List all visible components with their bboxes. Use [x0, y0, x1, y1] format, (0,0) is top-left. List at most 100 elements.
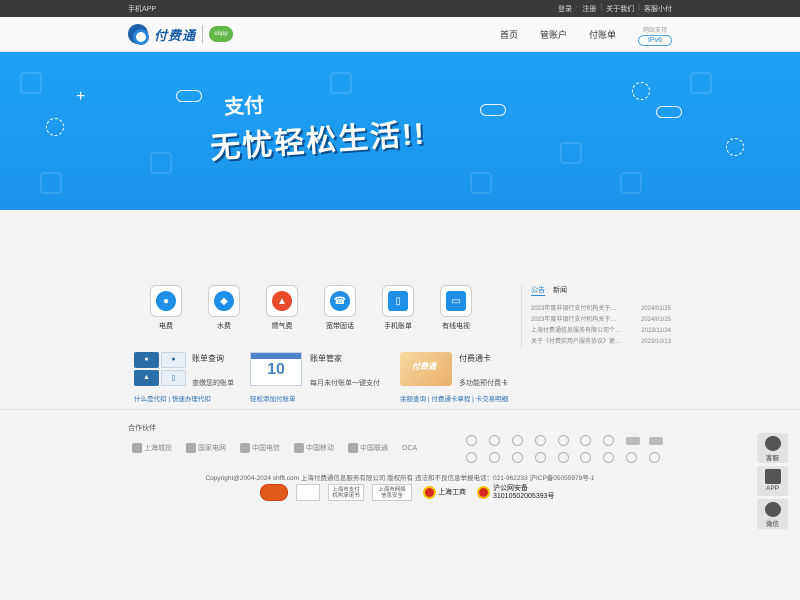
news-date: 2023/11/24 [641, 328, 671, 334]
partners-title: 合作伙伴 [128, 425, 156, 432]
bank-logo-icon[interactable] [603, 435, 615, 446]
news-date: 2023/10/13 [640, 339, 671, 345]
service-broadband[interactable]: ☎ 宽带固话 [324, 285, 356, 331]
bank-logo-icon[interactable] [511, 452, 523, 463]
service-gas[interactable]: ▲ 燃气费 [266, 285, 298, 331]
main-nav: 首页 管账户 付账单 [500, 28, 616, 41]
bank-logo-icon[interactable] [466, 435, 477, 446]
credit-badge-icon[interactable] [296, 484, 320, 501]
service-cable-tv[interactable]: ▭ 有线电视 [440, 285, 472, 331]
service-mobile[interactable]: ▯ 手机账单 [382, 285, 414, 331]
prepaid-card-image[interactable] [400, 352, 452, 386]
nav-pay-bills[interactable]: 付账单 [589, 28, 616, 41]
add-bill-link[interactable]: 轻松添加付账单 [250, 396, 296, 403]
bank-logo-icon[interactable] [534, 435, 546, 446]
partner-logo[interactable]: 中国电信 [240, 443, 280, 453]
bank-logo-icon[interactable] [557, 452, 569, 463]
partner-logo[interactable]: OCA [402, 445, 417, 452]
news-item[interactable]: 2023年度非银行支付机构关于… 2024/01/25 [531, 315, 671, 326]
card-title[interactable]: 账单管家 [310, 353, 342, 364]
news-item[interactable]: 上海付费通信息服务有限公司个… 2023/11/24 [531, 326, 671, 337]
certification-badges: 上海市支付机构承诺书 上海市网络信息安全 上海工商 沪公网安备 31010502… [260, 484, 555, 501]
payment-commitment-badge[interactable]: 上海市支付机构承诺书 [328, 484, 364, 501]
cloud-icon [176, 90, 202, 102]
news-title: 2023年度非银行支付机构关于… [531, 306, 617, 312]
ebpp-logo: ebpp [209, 26, 234, 42]
bank-logo-icon[interactable] [580, 452, 592, 463]
site-logo[interactable]: 付费通 ebpp [128, 24, 234, 45]
separator: | [472, 396, 474, 403]
side-label: 微信 [766, 521, 779, 528]
partner-logo[interactable]: 中国联通 [348, 443, 388, 453]
copyright: Copyright@2004-2024 shfft.com 上海付费通信息服务有… [205, 475, 595, 482]
bank-logo-icon[interactable] [511, 435, 523, 446]
bank-logo-icon[interactable] [488, 435, 500, 446]
bank-logo-icon[interactable] [626, 452, 638, 463]
card-links: 什么是代扣 | 快速办理代扣 [134, 393, 211, 403]
bank-logo-icon[interactable] [603, 452, 615, 463]
bank-logo-icon[interactable] [649, 452, 661, 463]
news-item[interactable]: 2023年度非银行支付机构关于… 2024/01/25 [531, 304, 671, 315]
login-link[interactable]: 登录 [558, 4, 572, 14]
news-date: 2024/01/25 [640, 317, 671, 323]
bank-logo-icon[interactable] [534, 452, 546, 463]
bank-logo-icon[interactable] [466, 452, 477, 463]
what-is-auto-debit-link[interactable]: 什么是代扣 [134, 396, 167, 403]
bank-logo-icon[interactable] [580, 435, 592, 446]
news-date: 2024/01/25 [640, 306, 671, 312]
feature-cards: ● ● ▲ ▯ 账单查询 查缴您的账单 什么是代扣 | 快速办理代扣 10 账单… [134, 352, 674, 404]
police-record[interactable]: 沪公网安备 31010502005393号 [477, 485, 555, 501]
tab-announcements[interactable]: 公告 [531, 285, 545, 296]
bill-services: ● 电费 ◆ 水费 ▲ 燃气费 ☎ 宽带固话 ▯ 手机账单 ▭ 有线电视 [150, 285, 472, 331]
separator: | [638, 4, 640, 11]
calendar-day: 10 [267, 361, 285, 378]
customer-service-icon [764, 436, 781, 451]
about-link[interactable]: 关于我们 [606, 4, 634, 14]
download-icon [764, 469, 781, 484]
side-app-download[interactable]: APP [757, 466, 788, 496]
service-label: 水费 [217, 323, 231, 330]
emblem-icon [423, 486, 436, 499]
partner-mark-icon [240, 443, 250, 453]
card-rules-link[interactable]: 付费通卡章程 [431, 396, 470, 403]
ipv6-badge: IPv6 [638, 35, 672, 46]
bill-query-icon[interactable]: ● ● ▲ ▯ [134, 352, 186, 386]
bank-logo-icon[interactable] [488, 452, 500, 463]
network-security-badge[interactable]: 上海市网络信息安全 [372, 484, 412, 501]
partner-name: 国家电网 [198, 445, 226, 452]
pattern-shape [690, 72, 712, 94]
partner-logo[interactable]: 上海城投 [132, 443, 172, 453]
nav-home[interactable]: 首页 [500, 28, 518, 41]
bank-logo-icon[interactable] [649, 437, 664, 445]
calendar-icon[interactable]: 10 [250, 352, 302, 386]
register-link[interactable]: 注册 [582, 4, 596, 14]
card-title[interactable]: 付费通卡 [459, 353, 491, 364]
partner-logo[interactable]: 中国移动 [294, 443, 334, 453]
balance-query-link[interactable]: 余额查询 [400, 396, 426, 403]
service-electricity[interactable]: ● 电费 [150, 285, 182, 331]
customer-service-link[interactable]: 客服小付 [644, 4, 672, 14]
quick-auto-debit-link[interactable]: 快速办理代扣 [172, 396, 211, 403]
service-water[interactable]: ◆ 水费 [208, 285, 240, 331]
card-title[interactable]: 账单查询 [192, 353, 224, 364]
side-customer-service[interactable]: 客服 [757, 433, 788, 463]
hero-banner[interactable]: + 支付 无忧轻松生活!! [0, 52, 800, 210]
partner-name: 上海城投 [144, 445, 172, 452]
card-links: 轻松添加付账单 [250, 393, 296, 403]
mobile-app-link[interactable]: 手机APP [128, 4, 156, 14]
bank-logo-icon[interactable] [557, 435, 569, 446]
partner-logos: 上海城投 国家电网 中国电信 中国移动 中国联通 OCA [132, 443, 417, 453]
plus-icon: + [76, 88, 86, 105]
logo-text: 付费通 [154, 27, 197, 43]
side-wechat[interactable]: 微信 [757, 499, 788, 529]
trust-badge-icon[interactable] [260, 484, 288, 501]
tab-news[interactable]: 新闻 [553, 285, 567, 296]
ring-icon [632, 82, 650, 100]
transaction-details-link[interactable]: 卡交易明细 [476, 396, 509, 403]
partner-logo[interactable]: 国家电网 [186, 443, 226, 453]
bank-logo-icon[interactable] [626, 437, 641, 445]
news-item[interactable]: 关于《付费实用户服务协议》更… 2023/10/13 [531, 337, 671, 348]
nav-manage-account[interactable]: 管账户 [540, 28, 567, 41]
slogan-line-1: 支付 [223, 94, 265, 120]
gongshang-badge[interactable]: 上海工商 [420, 484, 469, 501]
